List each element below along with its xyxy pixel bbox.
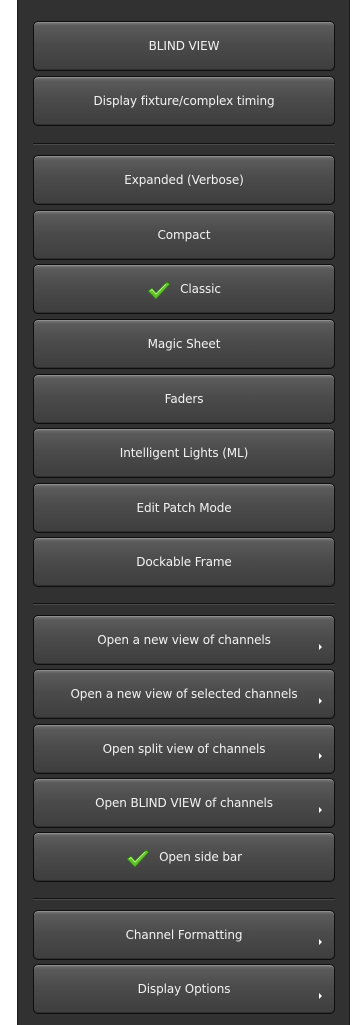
view-options-menu: BLIND VIEW Display fixture/complex timin…	[17, 0, 350, 1025]
open-split-view-channels-button[interactable]: Open split view of channels	[33, 724, 335, 774]
display-options-button[interactable]: Display Options	[33, 964, 335, 1014]
green-checkmark-icon	[147, 281, 171, 300]
menu-item-label: Open a new view of selected channels	[70, 687, 298, 701]
edit-patch-mode-button[interactable]: Edit Patch Mode	[33, 483, 335, 533]
menu-item-label: Dockable Frame	[136, 555, 232, 569]
menu-item-label: Faders	[164, 392, 204, 406]
submenu-arrow-icon	[319, 993, 322, 999]
menu-item-label: Open split view of channels	[102, 742, 266, 756]
menu-divider	[33, 898, 335, 900]
submenu-arrow-icon	[319, 807, 322, 813]
menu-item-label: Classic	[180, 282, 221, 296]
intelligent-lights-button[interactable]: Intelligent Lights (ML)	[33, 428, 335, 478]
menu-item-label: Compact	[157, 228, 211, 242]
open-new-view-selected-channels-button[interactable]: Open a new view of selected channels	[33, 669, 335, 719]
magic-sheet-button[interactable]: Magic Sheet	[33, 319, 335, 369]
menu-item-label: Channel Formatting	[125, 928, 243, 942]
channel-formatting-button[interactable]: Channel Formatting	[33, 910, 335, 960]
menu-item-label: Intelligent Lights (ML)	[119, 446, 249, 460]
open-blind-view-channels-button[interactable]: Open BLIND VIEW of channels	[33, 778, 335, 828]
menu-item-label: Open side bar	[159, 850, 242, 864]
menu-item-label: Display fixture/complex timing	[93, 94, 275, 108]
green-checkmark-icon	[126, 849, 150, 868]
open-side-bar-button[interactable]: Open side bar	[33, 832, 335, 882]
submenu-arrow-icon	[319, 698, 322, 704]
menu-divider	[33, 143, 335, 145]
menu-item-label: Expanded (Verbose)	[124, 173, 244, 187]
open-new-view-channels-button[interactable]: Open a new view of channels	[33, 615, 335, 665]
menu-item-label: Edit Patch Mode	[136, 501, 232, 515]
menu-item-label: Display Options	[137, 982, 231, 996]
submenu-arrow-icon	[319, 753, 322, 759]
compact-button[interactable]: Compact	[33, 210, 335, 260]
classic-button[interactable]: Classic	[33, 264, 335, 314]
menu-item-label: Open a new view of channels	[97, 633, 271, 647]
menu-item-label: BLIND VIEW	[148, 39, 220, 53]
display-fixture-timing-button[interactable]: Display fixture/complex timing	[33, 76, 335, 126]
menu-item-label: Magic Sheet	[147, 337, 221, 351]
faders-button[interactable]: Faders	[33, 374, 335, 424]
menu-item-label: Open BLIND VIEW of channels	[95, 796, 273, 810]
expanded-verbose-button[interactable]: Expanded (Verbose)	[33, 155, 335, 205]
submenu-arrow-icon	[319, 644, 322, 650]
submenu-arrow-icon	[319, 939, 322, 945]
menu-divider	[33, 603, 335, 605]
blind-view-button[interactable]: BLIND VIEW	[33, 21, 335, 71]
dockable-frame-button[interactable]: Dockable Frame	[33, 537, 335, 587]
